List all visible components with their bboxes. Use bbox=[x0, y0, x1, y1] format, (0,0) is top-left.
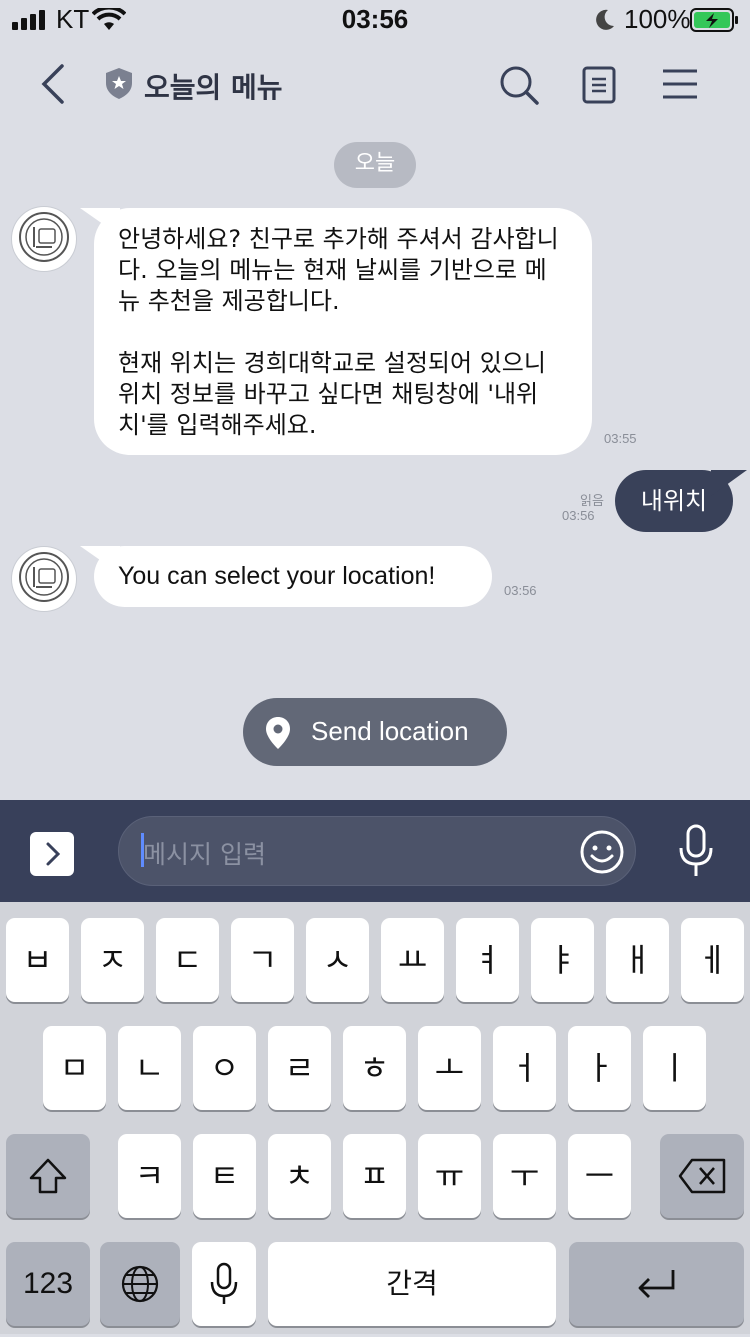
key[interactable]: ㅛ bbox=[381, 918, 444, 1002]
key[interactable]: ㄴ bbox=[118, 1026, 181, 1110]
message-text: You can select your location! bbox=[118, 562, 436, 590]
key[interactable]: ㅜ bbox=[493, 1134, 556, 1218]
space-key[interactable]: 간격 bbox=[268, 1242, 556, 1326]
message-bubble-incoming[interactable]: 안녕하세요? 친구로 추가해 주셔서 감사합니 다. 오늘의 메뉴는 현재 날씨… bbox=[94, 208, 592, 455]
message-line: 치'를 입력해주세요. bbox=[118, 411, 317, 439]
message-time: 03:56 bbox=[562, 508, 595, 523]
status-bar: KT 03:56 100% bbox=[0, 0, 750, 40]
message-text: 안녕하세요? 친구로 추가해 주셔서 감사합니 다. 오늘의 메뉴는 현재 날씨… bbox=[118, 224, 559, 441]
key[interactable]: ㅋ bbox=[118, 1134, 181, 1218]
globe-icon bbox=[121, 1265, 159, 1303]
message-input-bar: 메시지 입력 bbox=[0, 800, 750, 902]
key[interactable]: ㅈ bbox=[81, 918, 144, 1002]
key[interactable]: ㅗ bbox=[418, 1026, 481, 1110]
expand-button[interactable] bbox=[30, 832, 74, 876]
key[interactable]: ㄷ bbox=[156, 918, 219, 1002]
message-line: 위치 정보를 바꾸고 싶다면 채팅창에 '내위 bbox=[118, 380, 539, 408]
key[interactable]: ㅎ bbox=[343, 1026, 406, 1110]
battery-icon bbox=[690, 8, 738, 32]
shift-icon bbox=[29, 1158, 67, 1194]
avatar[interactable] bbox=[11, 206, 77, 272]
key[interactable]: ㅡ bbox=[568, 1134, 631, 1218]
date-divider: 오늘 bbox=[334, 142, 416, 188]
battery-percentage: 100% bbox=[624, 4, 691, 34]
message-line: 다. 오늘의 메뉴는 현재 날씨를 기반으로 메 bbox=[118, 256, 547, 284]
key[interactable]: ㅣ bbox=[643, 1026, 706, 1110]
return-key[interactable] bbox=[569, 1242, 744, 1326]
numbers-key[interactable]: 123 bbox=[6, 1242, 90, 1326]
location-pin-icon bbox=[266, 717, 290, 749]
menu-icon[interactable] bbox=[662, 68, 698, 100]
restaurant-avatar-icon bbox=[19, 552, 69, 602]
microphone-icon bbox=[210, 1262, 238, 1304]
microphone-icon[interactable] bbox=[676, 824, 716, 878]
key[interactable]: ㅅ bbox=[306, 918, 369, 1002]
key[interactable]: ㅓ bbox=[493, 1026, 556, 1110]
back-chevron-icon[interactable] bbox=[38, 62, 68, 106]
key[interactable]: ㅍ bbox=[343, 1134, 406, 1218]
message-bubble-outgoing[interactable]: 내위치 bbox=[615, 470, 733, 532]
globe-key[interactable] bbox=[100, 1242, 180, 1326]
do-not-disturb-icon bbox=[596, 9, 614, 30]
emoji-icon[interactable] bbox=[579, 829, 625, 875]
backspace-key[interactable] bbox=[660, 1134, 744, 1218]
message-line: 안녕하세요? 친구로 추가해 주셔서 감사합니 bbox=[118, 225, 559, 253]
read-receipt: 읽음 bbox=[580, 493, 604, 508]
key[interactable]: ㅕ bbox=[456, 918, 519, 1002]
notes-icon[interactable] bbox=[582, 66, 616, 104]
message-time: 03:56 bbox=[504, 583, 537, 598]
restaurant-avatar-icon bbox=[19, 212, 69, 262]
shift-key[interactable] bbox=[6, 1134, 90, 1218]
send-location-label: Send location bbox=[311, 716, 469, 746]
avatar[interactable] bbox=[11, 546, 77, 612]
return-icon bbox=[638, 1270, 674, 1298]
key[interactable]: ㅌ bbox=[193, 1134, 256, 1218]
key[interactable]: ㄱ bbox=[231, 918, 294, 1002]
message-line-blank bbox=[118, 317, 559, 348]
key[interactable]: ㅊ bbox=[268, 1134, 331, 1218]
key[interactable]: ㅠ bbox=[418, 1134, 481, 1218]
expand-chevron-icon bbox=[46, 842, 61, 866]
key[interactable]: ㅔ bbox=[681, 918, 744, 1002]
send-location-button[interactable]: Send location bbox=[243, 698, 507, 766]
message-time: 03:55 bbox=[604, 431, 637, 446]
message-line: 뉴 추천을 제공합니다. bbox=[118, 287, 340, 315]
key[interactable]: ㄹ bbox=[268, 1026, 331, 1110]
key[interactable]: ㅑ bbox=[531, 918, 594, 1002]
key[interactable]: ㅐ bbox=[606, 918, 669, 1002]
message-input-placeholder: 메시지 입력 bbox=[143, 840, 266, 869]
key[interactable]: ㅂ bbox=[6, 918, 69, 1002]
chat-header: 오늘의 메뉴 bbox=[0, 40, 750, 130]
key[interactable]: ㅏ bbox=[568, 1026, 631, 1110]
chat-title: 오늘의 메뉴 bbox=[144, 71, 283, 104]
message-bubble-incoming[interactable]: You can select your location! bbox=[94, 546, 492, 607]
key[interactable]: ㅁ bbox=[43, 1026, 106, 1110]
key[interactable]: ㅇ bbox=[193, 1026, 256, 1110]
message-line: 현재 위치는 경희대학교로 설정되어 있으니 bbox=[118, 349, 546, 377]
search-icon[interactable] bbox=[498, 64, 540, 106]
message-input[interactable]: 메시지 입력 bbox=[118, 816, 636, 886]
dictation-key[interactable] bbox=[192, 1242, 256, 1326]
keyboard: ㅂ ㅈ ㄷ ㄱ ㅅ ㅛ ㅕ ㅑ ㅐ ㅔ ㅁ ㄴ ㅇ ㄹ ㅎ ㅗ ㅓ ㅏ ㅣ ㅋ … bbox=[0, 902, 750, 1334]
official-shield-icon bbox=[106, 68, 132, 99]
message-text: 내위치 bbox=[640, 487, 708, 515]
backspace-icon bbox=[678, 1158, 726, 1194]
